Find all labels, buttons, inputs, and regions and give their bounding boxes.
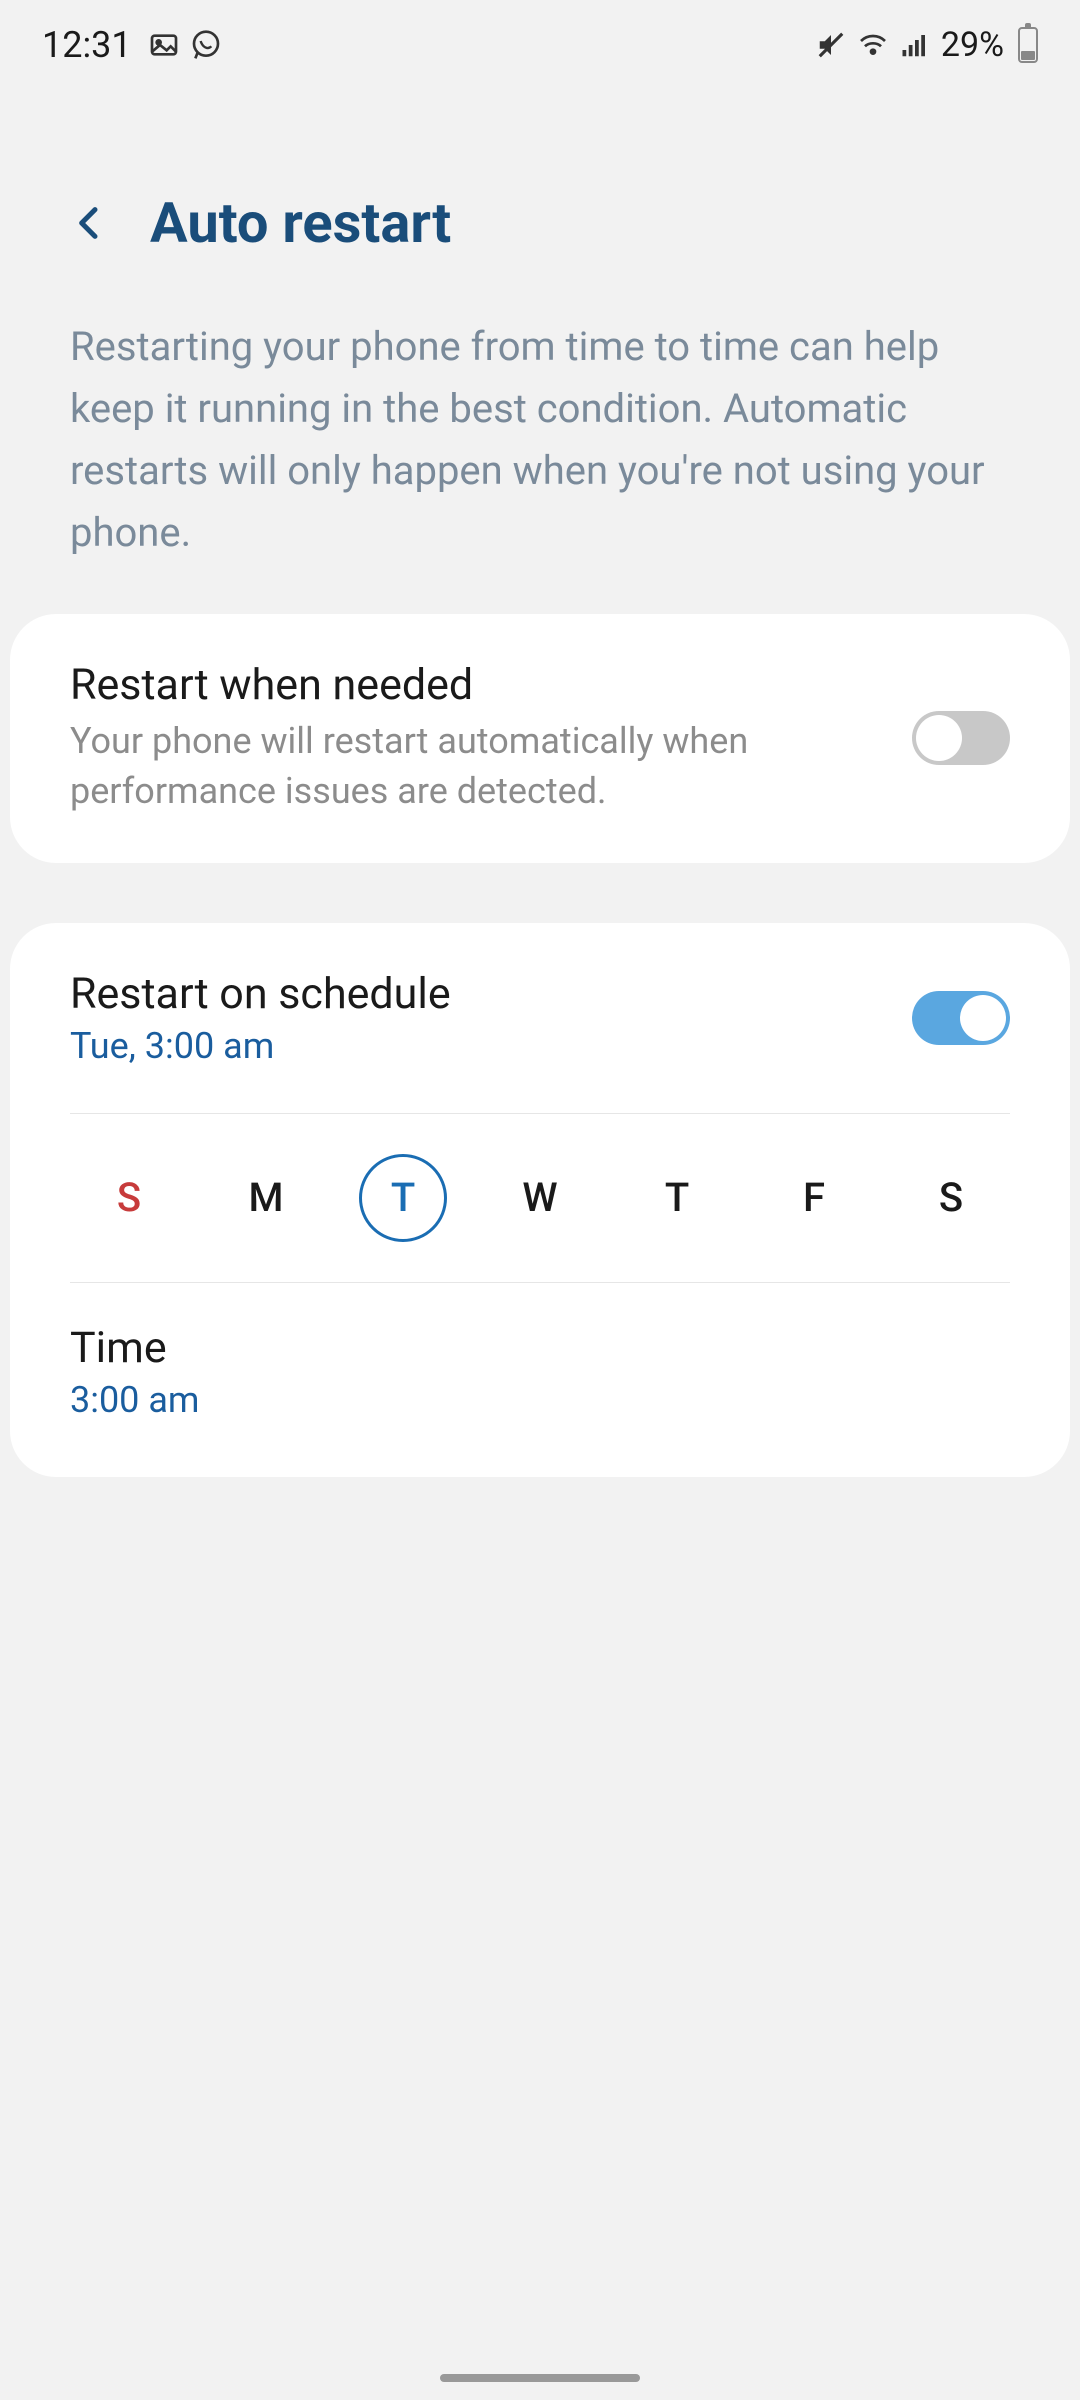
time-row[interactable]: Time 3:00 am [10,1283,1070,1477]
day-4[interactable]: T [633,1154,721,1242]
page-header: Auto restart [0,90,1080,296]
nav-home-indicator[interactable] [440,2374,640,2382]
battery-percent: 29% [941,25,1004,65]
whatsapp-icon [190,29,222,61]
day-5[interactable]: F [770,1154,858,1242]
day-6[interactable]: S [907,1154,995,1242]
signal-icon [899,29,931,61]
restart-when-needed-toggle[interactable] [912,711,1010,765]
restart-on-schedule-title: Restart on schedule [70,969,882,1019]
mute-icon [815,29,847,61]
restart-when-needed-row[interactable]: Restart when needed Your phone will rest… [10,614,1070,863]
back-button[interactable] [70,195,110,251]
restart-when-needed-subtitle: Your phone will restart automatically wh… [70,716,882,817]
restart-on-schedule-row[interactable]: Restart on schedule Tue, 3:00 am [10,923,1070,1113]
restart-when-needed-card: Restart when needed Your phone will rest… [10,614,1070,863]
status-time: 12:31 [42,24,132,66]
restart-when-needed-title: Restart when needed [70,660,882,710]
time-value: 3:00 am [70,1379,1010,1421]
status-left: 12:31 [42,24,222,66]
status-bar: 12:31 [0,0,1080,90]
day-1[interactable]: M [222,1154,310,1242]
day-0[interactable]: S [85,1154,173,1242]
page-description: Restarting your phone from time to time … [0,296,1080,614]
wifi-icon [857,29,889,61]
day-3[interactable]: W [496,1154,584,1242]
image-notification-icon [148,29,180,61]
day-picker: SMTWTFS [10,1114,1070,1282]
day-2[interactable]: T [359,1154,447,1242]
restart-on-schedule-toggle[interactable] [912,991,1010,1045]
time-label: Time [70,1323,1010,1373]
restart-on-schedule-subtitle: Tue, 3:00 am [70,1025,882,1067]
status-right: 29% [815,25,1038,65]
battery-icon [1018,27,1038,63]
restart-on-schedule-card: Restart on schedule Tue, 3:00 am SMTWTFS… [10,923,1070,1477]
page-title: Auto restart [150,190,451,256]
status-notification-icons [148,29,222,61]
